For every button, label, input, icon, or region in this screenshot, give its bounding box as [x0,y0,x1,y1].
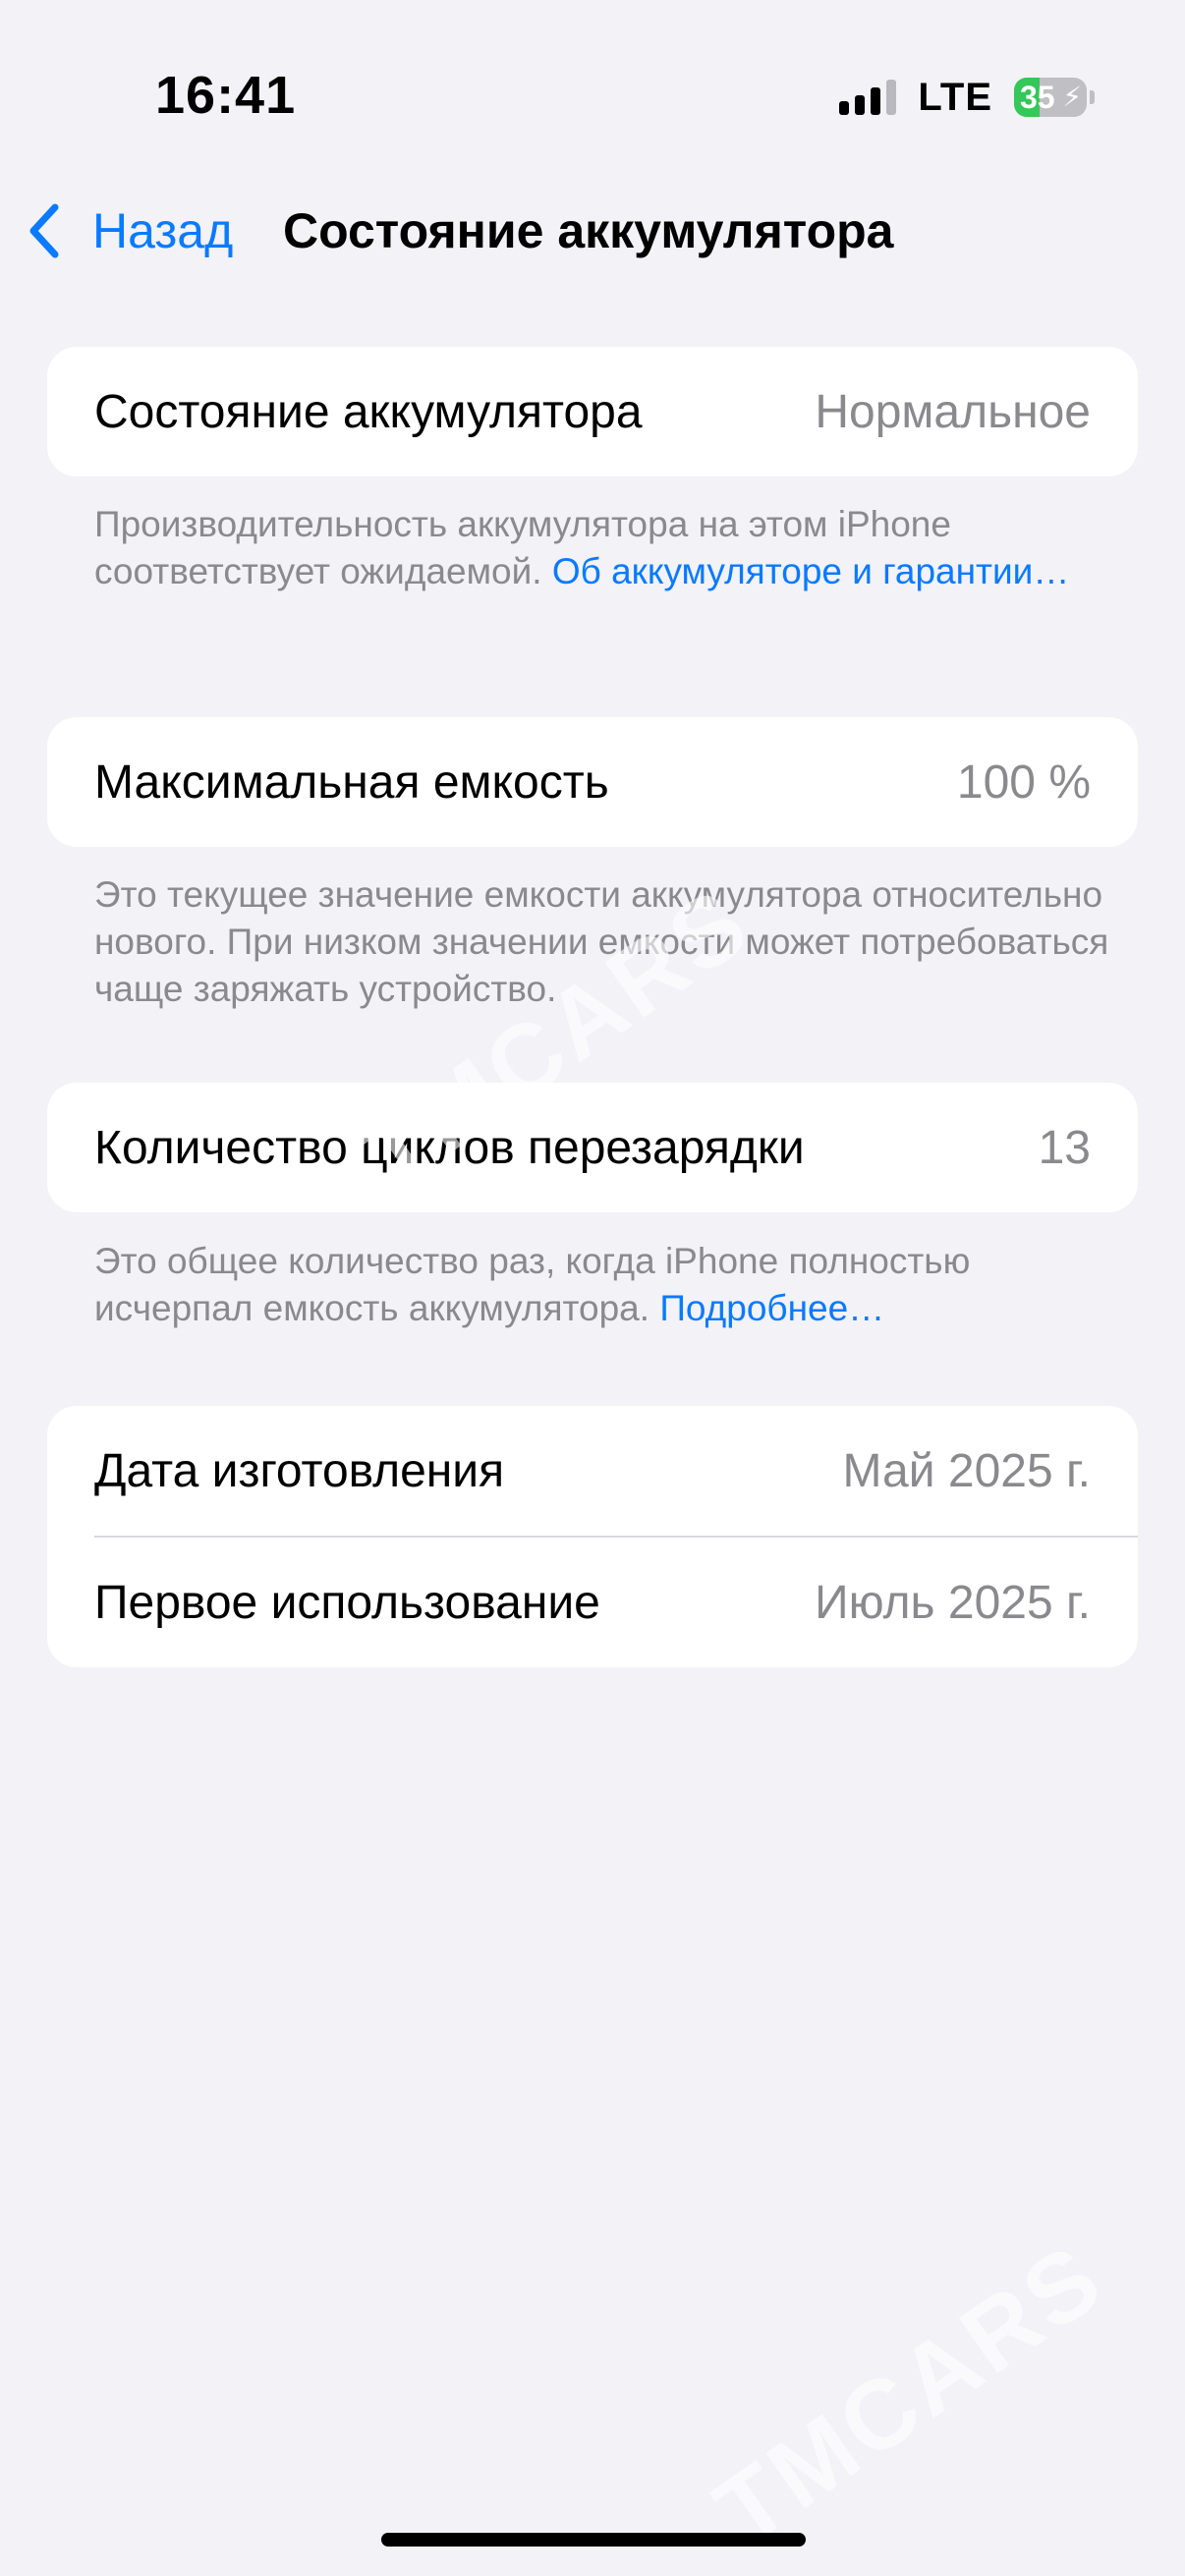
status-time: 16:41 [155,66,297,125]
watermark: TMCARS [696,2221,1123,2567]
battery-level: 35 [1020,80,1055,115]
cycle-count-footer: Это общее количество раз, когда iPhone п… [94,1238,1116,1332]
cycle-count-group: Количество циклов перезарядки 13 [47,1083,1138,1212]
back-button-label: Назад [92,203,234,258]
first-use-row: Первое использование Июль 2025 г. [47,1538,1138,1667]
charging-bolt-icon: ⚡︎ [1062,82,1082,112]
max-capacity-value: 100 % [956,756,1091,809]
status-indicators: LTE 35 ⚡︎ [839,73,1095,122]
first-use-label: Первое использование [94,1576,600,1629]
learn-more-link[interactable]: Подробнее… [659,1288,884,1328]
page-title: Состояние аккумулятора [283,203,894,258]
cycle-count-label: Количество циклов перезарядки [94,1121,805,1174]
battery-cap [1090,90,1095,104]
chevron-left-icon [29,203,59,258]
battery-health-value: Нормальное [815,385,1091,438]
home-indicator[interactable] [381,2533,806,2547]
battery-health-group: Состояние аккумулятора Нормальное [47,347,1138,476]
first-use-value: Июль 2025 г. [815,1576,1091,1629]
battery-health-label: Состояние аккумулятора [94,385,643,438]
max-capacity-label: Максимальная емкость [94,756,609,809]
cycle-count-value: 13 [1038,1121,1091,1174]
navigation-bar: Назад Состояние аккумулятора [0,192,1185,270]
max-capacity-row: Максимальная емкость 100 % [47,717,1138,847]
status-bar: 16:41 LTE 35 ⚡︎ [0,0,1185,187]
cellular-signal-icon [839,80,897,115]
battery-health-row: Состояние аккумулятора Нормальное [47,347,1138,476]
dates-group: Дата изготовления Май 2025 г. Первое исп… [47,1406,1138,1667]
back-button[interactable]: Назад [26,201,233,260]
max-capacity-footer: Это текущее значение емкости аккумулятор… [94,871,1116,1013]
max-capacity-footer-text: Это текущее значение емкости аккумулятор… [94,874,1109,1009]
manufacture-date-value: Май 2025 г. [842,1444,1091,1497]
battery-icon: 35 ⚡︎ [1014,78,1095,117]
max-capacity-group: Максимальная емкость 100 % [47,717,1138,847]
battery-warranty-link[interactable]: Об аккумуляторе и гарантии… [552,551,1070,591]
battery-health-footer: Производительность аккумулятора на этом … [94,501,1116,595]
manufacture-date-row: Дата изготовления Май 2025 г. [47,1406,1138,1536]
manufacture-date-label: Дата изготовления [94,1444,505,1497]
cycle-count-row: Количество циклов перезарядки 13 [47,1083,1138,1212]
network-type-label: LTE [918,75,992,119]
